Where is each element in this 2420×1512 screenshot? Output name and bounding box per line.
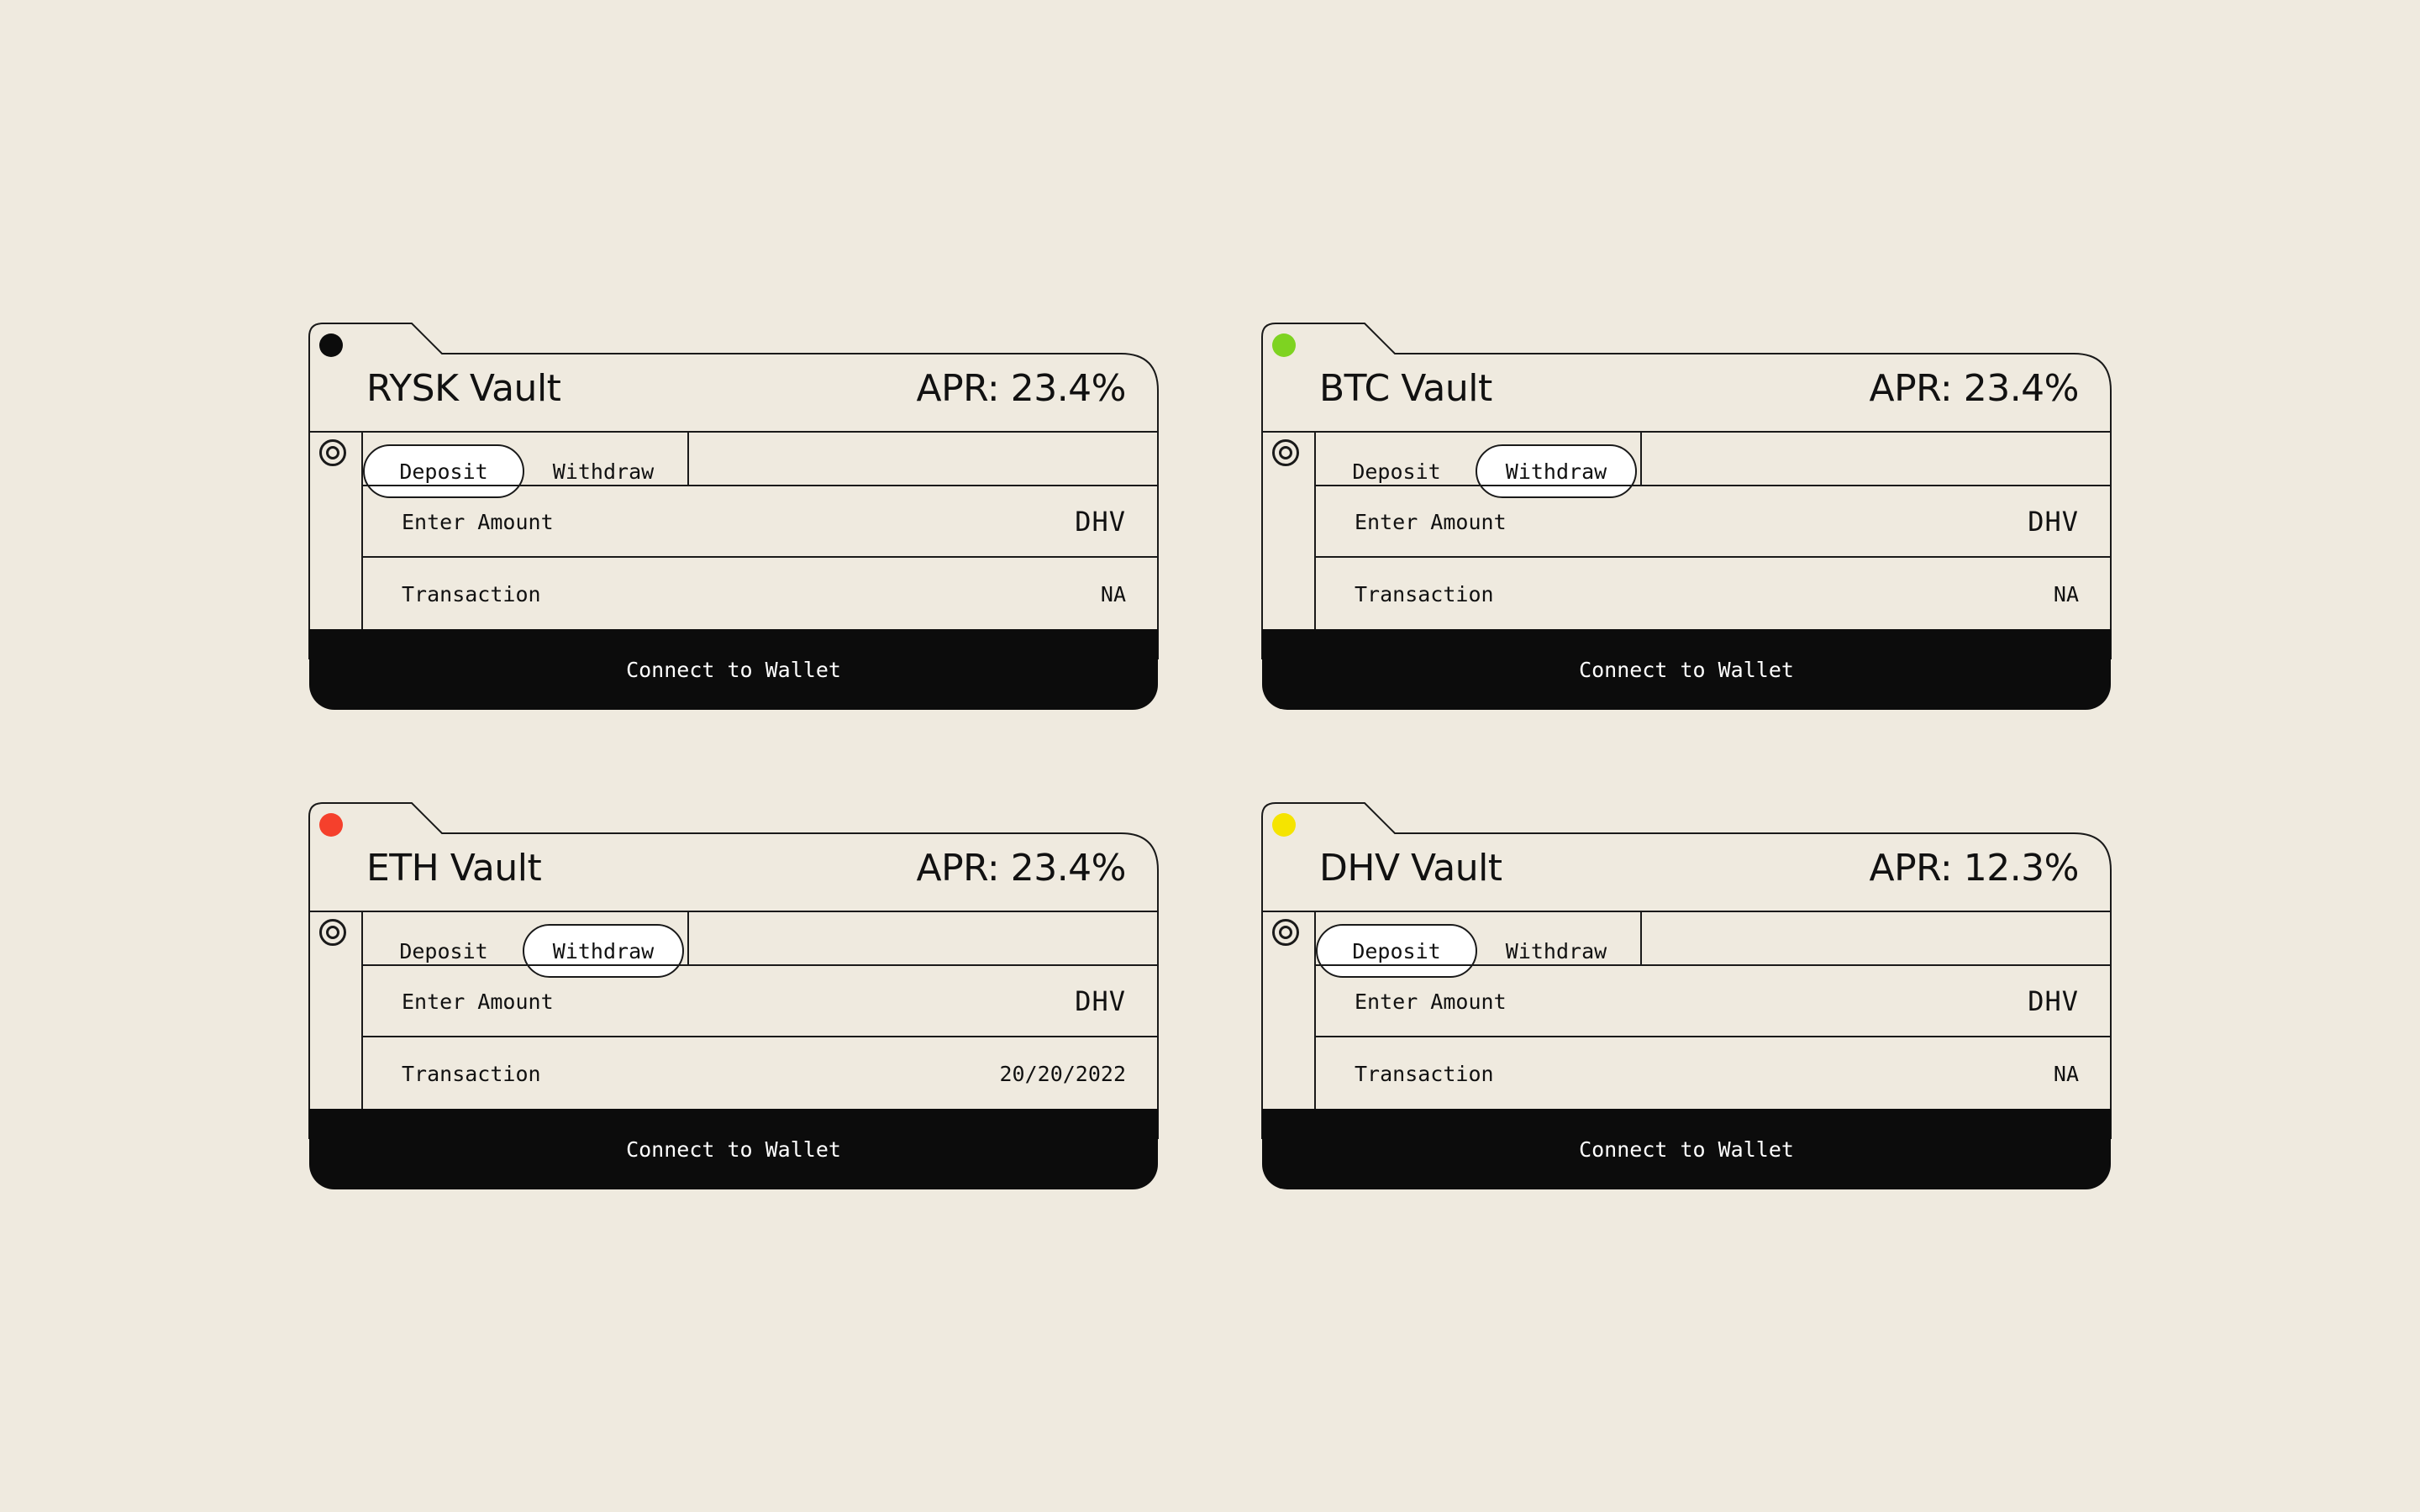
status-dot xyxy=(1272,813,1296,837)
vault-card-dhv: DHV Vault APR: 12.3% Deposit Withdraw En… xyxy=(1261,802,2112,1189)
vault-title: DHV Vault xyxy=(1319,847,1502,890)
tab-deposit[interactable]: Deposit xyxy=(363,444,524,498)
tab-deposit[interactable]: Deposit xyxy=(363,924,524,978)
status-dot xyxy=(319,813,343,837)
status-dot xyxy=(1272,333,1296,357)
transaction-label: Transaction xyxy=(402,1062,541,1086)
amount-token[interactable]: DHV xyxy=(1075,506,1126,538)
tab-withdraw[interactable]: Withdraw xyxy=(1476,924,1637,978)
tab-deposit[interactable]: Deposit xyxy=(1316,444,1477,498)
vault-apr: APR: 23.4% xyxy=(916,847,1127,890)
circle-target-icon xyxy=(319,919,346,946)
connect-wallet-button[interactable]: Connect to Wallet xyxy=(309,629,1158,710)
vault-card-btc: BTC Vault APR: 23.4% Deposit Withdraw En… xyxy=(1261,323,2112,710)
vault-title: BTC Vault xyxy=(1319,367,1492,410)
tab-deposit[interactable]: Deposit xyxy=(1316,924,1477,978)
connect-wallet-button[interactable]: Connect to Wallet xyxy=(1262,629,2111,710)
amount-label: Enter Amount xyxy=(402,990,554,1014)
transaction-label: Transaction xyxy=(1355,1062,1494,1086)
transaction-label: Transaction xyxy=(1355,582,1494,606)
vault-apr: APR: 23.4% xyxy=(916,367,1127,410)
transaction-value: NA xyxy=(2053,582,2079,606)
amount-label: Enter Amount xyxy=(1355,990,1507,1014)
tab-withdraw[interactable]: Withdraw xyxy=(1476,444,1637,498)
transaction-value: 20/20/2022 xyxy=(999,1062,1126,1086)
vault-card-rysk: RYSK Vault APR: 23.4% Deposit Withdraw E… xyxy=(308,323,1159,710)
transaction-label: Transaction xyxy=(402,582,541,606)
circle-target-icon xyxy=(1272,439,1299,466)
circle-target-icon xyxy=(319,439,346,466)
vault-card-eth: ETH Vault APR: 23.4% Deposit Withdraw En… xyxy=(308,802,1159,1189)
connect-wallet-button[interactable]: Connect to Wallet xyxy=(309,1109,1158,1189)
tab-withdraw[interactable]: Withdraw xyxy=(523,444,684,498)
amount-token[interactable]: DHV xyxy=(1075,985,1126,1017)
vault-apr: APR: 23.4% xyxy=(1869,367,2080,410)
status-dot xyxy=(319,333,343,357)
vault-apr: APR: 12.3% xyxy=(1869,847,2080,890)
transaction-value: NA xyxy=(1100,582,1126,606)
amount-label: Enter Amount xyxy=(402,510,554,534)
amount-label: Enter Amount xyxy=(1355,510,1507,534)
circle-target-icon xyxy=(1272,919,1299,946)
vault-title: RYSK Vault xyxy=(366,367,561,410)
connect-wallet-button[interactable]: Connect to Wallet xyxy=(1262,1109,2111,1189)
amount-token[interactable]: DHV xyxy=(2028,506,2079,538)
vault-title: ETH Vault xyxy=(366,847,542,890)
transaction-value: NA xyxy=(2053,1062,2079,1086)
tab-withdraw[interactable]: Withdraw xyxy=(523,924,684,978)
amount-token[interactable]: DHV xyxy=(2028,985,2079,1017)
